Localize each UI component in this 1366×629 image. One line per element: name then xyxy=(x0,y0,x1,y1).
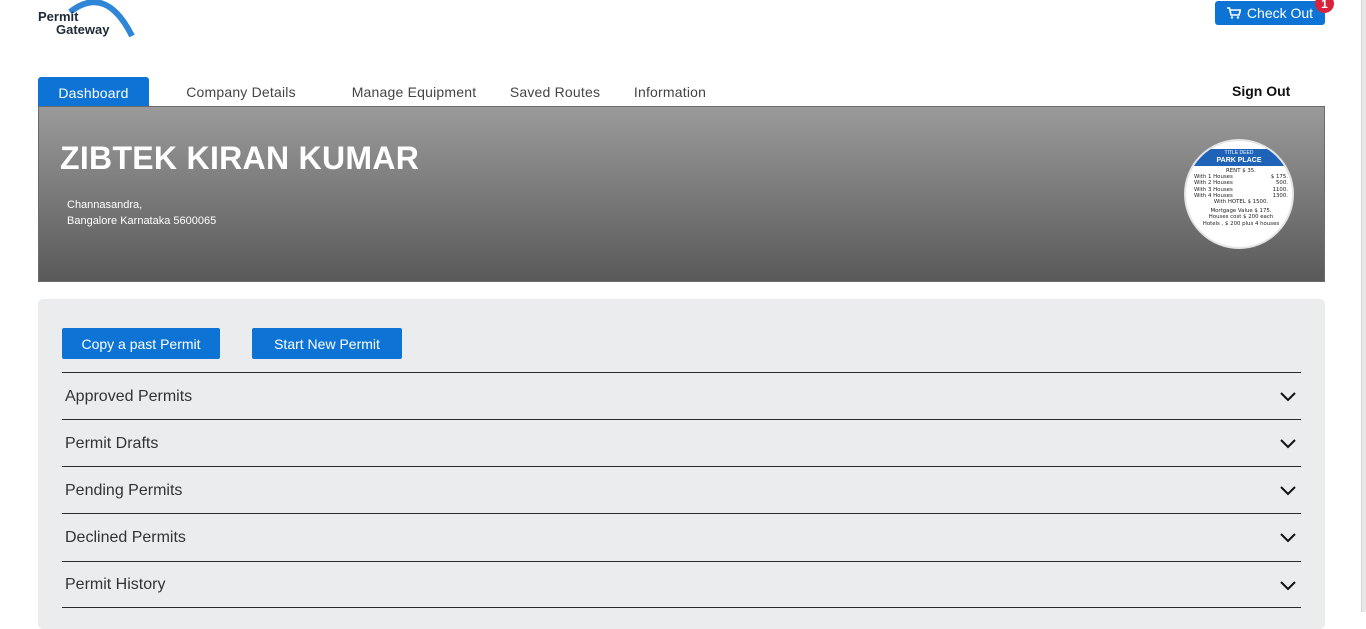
cart-count-badge: 1 xyxy=(1315,0,1334,13)
permit-gateway-logo[interactable]: Permit Gateway xyxy=(36,0,136,40)
deed-top-line: TITLE DEED xyxy=(1224,150,1254,156)
sign-out-link[interactable]: Sign Out xyxy=(1232,83,1290,99)
start-new-permit-button[interactable]: Start New Permit xyxy=(252,328,402,359)
tab-company-details[interactable]: Company Details xyxy=(149,77,333,106)
logo-word-gateway: Gateway xyxy=(56,22,110,37)
tab-information[interactable]: Information xyxy=(615,77,725,106)
address-line-2: Bangalore Karnataka 5600065 xyxy=(67,215,217,227)
company-banner: ZIBTEK KIRAN KUMAR Channasandra, Bangalo… xyxy=(38,106,1325,282)
tab-saved-routes[interactable]: Saved Routes xyxy=(495,77,615,106)
company-avatar[interactable]: TITLE DEED PARK PLACE RENT $ 35. With 1 … xyxy=(1184,139,1294,249)
tab-dashboard[interactable]: Dashboard xyxy=(38,77,149,106)
scrollbar[interactable] xyxy=(1362,0,1366,612)
deed-title: PARK PLACE xyxy=(1216,157,1262,164)
section-permit-history[interactable]: Permit History xyxy=(62,561,1301,608)
section-pending-permits[interactable]: Pending Permits xyxy=(62,466,1301,513)
company-name: ZIBTEK KIRAN KUMAR xyxy=(60,140,420,176)
copy-past-permit-button[interactable]: Copy a past Permit xyxy=(62,328,220,359)
main-nav: Dashboard Company Details Manage Equipme… xyxy=(38,77,725,106)
company-address: Channasandra, Bangalore Karnataka 560006… xyxy=(67,197,216,229)
section-declined-permits[interactable]: Declined Permits xyxy=(62,513,1301,560)
chevron-down-icon xyxy=(1280,439,1296,449)
chevron-down-icon xyxy=(1280,392,1296,402)
section-label: Permit Drafts xyxy=(65,434,159,452)
section-label: Permit History xyxy=(65,576,166,593)
deed-hotel: With HOTEL $ 1500. xyxy=(1213,199,1269,206)
chevron-down-icon xyxy=(1280,533,1296,543)
cart-icon xyxy=(1226,7,1241,19)
section-label: Declined Permits xyxy=(65,528,186,546)
section-permit-drafts[interactable]: Permit Drafts xyxy=(62,419,1301,466)
section-label: Approved Permits xyxy=(65,387,193,405)
tab-manage-equipment[interactable]: Manage Equipment xyxy=(333,77,495,106)
deed-body: RENT $ 35. With 1 Houses $ 175. With 2 Ho… xyxy=(1194,168,1288,227)
section-approved-permits[interactable]: Approved Permits xyxy=(62,372,1301,419)
checkout-button[interactable]: Check Out xyxy=(1215,1,1325,25)
section-label: Pending Permits xyxy=(65,481,183,499)
address-line-1: Channasandra, xyxy=(67,199,143,211)
deed-header: TITLE DEED PARK PLACE xyxy=(1186,149,1292,166)
checkout-label: Check Out xyxy=(1246,5,1314,21)
deed-hotels: Hotels , $ 200 plus 4 houses xyxy=(1202,220,1280,227)
permits-panel: Copy a past Permit Start New Permit Appr… xyxy=(38,299,1325,629)
chevron-down-icon xyxy=(1280,486,1296,496)
chevron-down-icon xyxy=(1280,580,1296,590)
